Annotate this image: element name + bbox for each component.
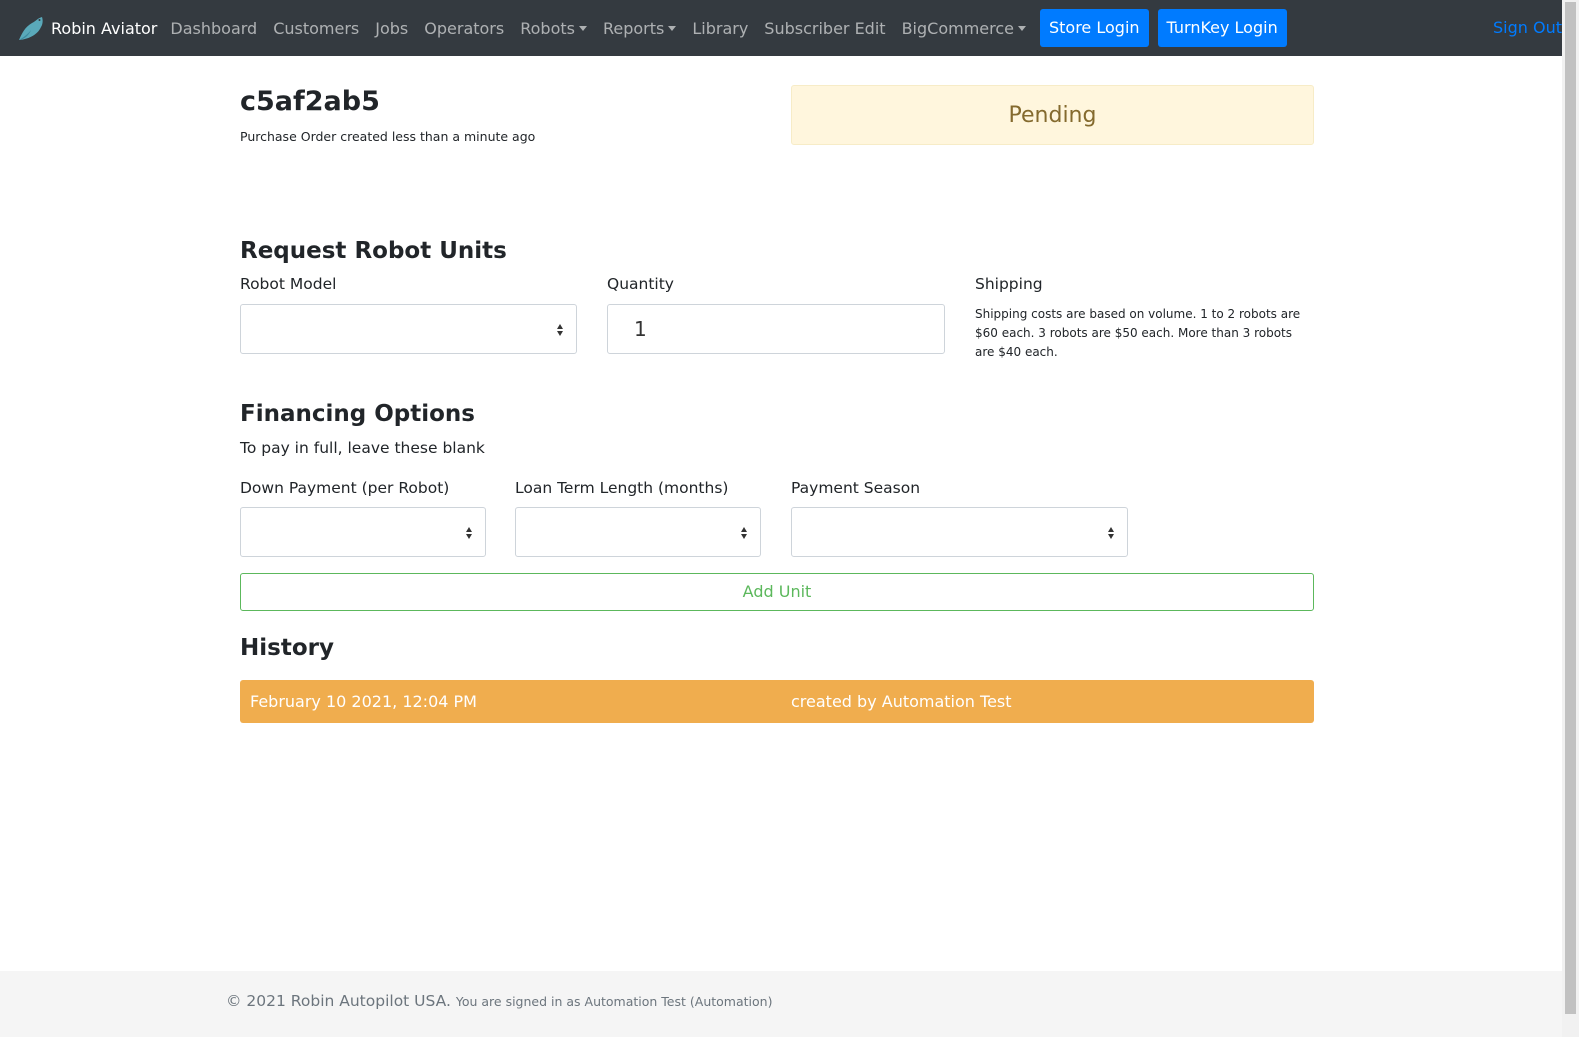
- history-row: February 10 2021, 12:04 PM created by Au…: [240, 680, 1314, 723]
- footer: © 2021 Robin Autopilot USA. You are sign…: [0, 971, 1562, 1037]
- down-payment-select[interactable]: [240, 507, 486, 557]
- loan-term-select[interactable]: [515, 507, 761, 557]
- select-arrows-icon: [466, 526, 474, 540]
- add-unit-button[interactable]: Add Unit: [240, 573, 1314, 611]
- quantity-label: Quantity: [607, 275, 674, 293]
- history-date: February 10 2021, 12:04 PM: [250, 692, 477, 711]
- brand[interactable]: Robin Aviator: [16, 13, 157, 43]
- nav-library[interactable]: Library: [684, 19, 756, 38]
- shipping-label: Shipping: [975, 275, 1043, 293]
- financing-note: To pay in full, leave these blank: [240, 439, 485, 457]
- page-title: c5af2ab5: [240, 86, 380, 117]
- payment-season-select[interactable]: [791, 507, 1128, 557]
- nav-robots-dropdown[interactable]: Robots: [512, 19, 595, 38]
- select-arrows-icon: [557, 323, 565, 337]
- sign-out-link[interactable]: Sign Out: [1493, 0, 1562, 56]
- scrollbar-thumb[interactable]: [1565, 2, 1576, 1014]
- turnkey-login-button[interactable]: TurnKey Login: [1157, 9, 1287, 47]
- page-scrollbar[interactable]: [1562, 0, 1579, 1037]
- top-navbar: Robin Aviator Dashboard Customers Jobs O…: [0, 0, 1562, 56]
- nav-bigcommerce-dropdown[interactable]: BigCommerce: [894, 19, 1034, 38]
- select-arrows-icon: [741, 526, 749, 540]
- nav-menu: Dashboard Customers Jobs Operators Robot…: [162, 9, 1287, 47]
- down-payment-label: Down Payment (per Robot): [240, 479, 450, 497]
- nav-operators[interactable]: Operators: [416, 19, 512, 38]
- nav-robots-label: Robots: [520, 18, 575, 38]
- nav-customers[interactable]: Customers: [265, 19, 367, 38]
- footer-signed-in: You are signed in as Automation Test (Au…: [455, 994, 773, 1009]
- quantity-input[interactable]: 1: [607, 304, 945, 354]
- footer-copyright: © 2021 Robin Autopilot USA.: [226, 992, 451, 1010]
- payment-season-label: Payment Season: [791, 479, 921, 497]
- caret-down-icon: [668, 25, 677, 31]
- financing-heading: Financing Options: [240, 401, 475, 427]
- store-login-button[interactable]: Store Login: [1039, 9, 1149, 47]
- brand-name: Robin Aviator: [51, 18, 158, 38]
- robin-logo-icon: [19, 17, 43, 40]
- loan-term-label: Loan Term Length (months): [515, 479, 729, 497]
- request-units-heading: Request Robot Units: [240, 238, 507, 264]
- nav-jobs[interactable]: Jobs: [367, 19, 416, 38]
- history-heading: History: [240, 635, 334, 661]
- robot-model-select[interactable]: [240, 304, 577, 354]
- shipping-description: Shipping costs are based on volume. 1 to…: [975, 307, 1301, 359]
- robot-model-label: Robot Model: [240, 275, 337, 293]
- history-event: created by Automation Test: [791, 692, 1012, 711]
- nav-reports-dropdown[interactable]: Reports: [595, 19, 684, 38]
- nav-reports-label: Reports: [602, 18, 665, 38]
- nav-dashboard[interactable]: Dashboard: [162, 19, 265, 38]
- status-badge: Pending: [791, 85, 1314, 145]
- select-arrows-icon: [1108, 526, 1116, 540]
- nav-bigcommerce-label: BigCommerce: [901, 18, 1014, 38]
- caret-down-icon: [578, 25, 587, 31]
- order-subtitle: Purchase Order created less than a minut…: [240, 129, 536, 144]
- caret-down-icon: [1017, 25, 1026, 31]
- nav-subscriber-edit[interactable]: Subscriber Edit: [756, 19, 893, 38]
